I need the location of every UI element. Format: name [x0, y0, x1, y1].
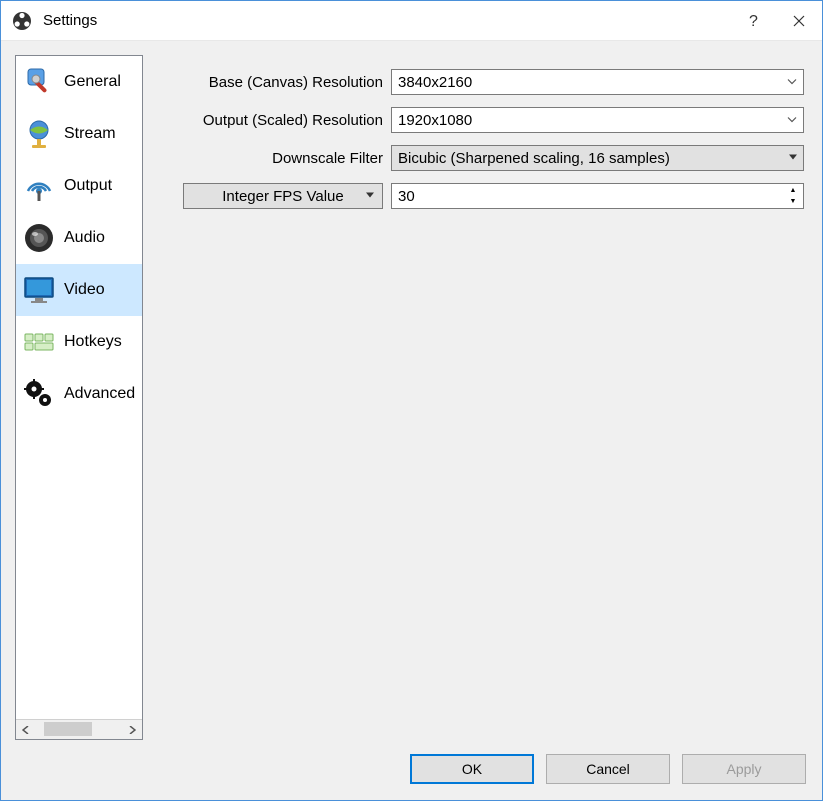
settings-window: Settings ? [0, 0, 823, 801]
apply-button: Apply [682, 754, 806, 784]
client-area: General Stream [1, 41, 822, 800]
fps-type-wrapper: Integer FPS Value [157, 183, 391, 209]
combo-fps-type[interactable]: Integer FPS Value [183, 183, 383, 209]
sidebar-item-output[interactable]: Output [16, 160, 142, 212]
row-base-resolution: Base (Canvas) Resolution 3840x2160 [157, 67, 804, 97]
spin-down-icon[interactable]: ▼ [785, 196, 801, 207]
combo-value: Integer FPS Value [222, 188, 343, 205]
sidebar: General Stream [15, 55, 143, 740]
sidebar-item-general[interactable]: General [16, 56, 142, 108]
combo-output-resolution[interactable]: 1920x1080 [391, 107, 804, 133]
sidebar-item-label: Advanced [64, 385, 135, 403]
content-panel: Base (Canvas) Resolution 3840x2160 Outpu… [153, 55, 808, 740]
scroll-right-icon[interactable] [122, 720, 142, 739]
scroll-left-icon[interactable] [16, 720, 36, 739]
cancel-button[interactable]: Cancel [546, 754, 670, 784]
app-icon [11, 10, 33, 32]
keyboard-icon [20, 323, 58, 361]
sidebar-item-audio[interactable]: Audio [16, 212, 142, 264]
row-fps: Integer FPS Value 30 ▲ ▼ [157, 181, 804, 211]
dialog-buttons: OK Cancel Apply [15, 740, 808, 792]
chevron-down-icon [366, 192, 374, 201]
button-label: Apply [726, 761, 761, 777]
gears-icon [20, 375, 58, 413]
sidebar-item-label: Hotkeys [64, 333, 122, 351]
wrench-icon [20, 63, 58, 101]
scroll-track[interactable] [36, 720, 122, 739]
antenna-icon [20, 167, 58, 205]
titlebar: Settings ? [1, 1, 822, 41]
spin-value: 30 [398, 188, 415, 205]
sidebar-item-label: Video [64, 281, 105, 299]
combo-downscale-filter[interactable]: Bicubic (Sharpened scaling, 16 samples) [391, 145, 804, 171]
svg-text:?: ? [749, 13, 758, 30]
speaker-icon [20, 219, 58, 257]
chevron-down-icon [787, 77, 797, 88]
combo-base-resolution[interactable]: 3840x2160 [391, 69, 804, 95]
sidebar-item-hotkeys[interactable]: Hotkeys [16, 316, 142, 368]
combo-value: Bicubic (Sharpened scaling, 16 samples) [398, 150, 670, 167]
sidebar-item-video[interactable]: Video [16, 264, 142, 316]
row-output-resolution: Output (Scaled) Resolution 1920x1080 [157, 105, 804, 135]
sidebar-item-label: Audio [64, 229, 105, 247]
spin-fps-value[interactable]: 30 ▲ ▼ [391, 183, 804, 209]
globe-icon [20, 115, 58, 153]
monitor-icon [20, 271, 58, 309]
sidebar-list: General Stream [16, 56, 142, 719]
ok-button[interactable]: OK [410, 754, 534, 784]
sidebar-item-stream[interactable]: Stream [16, 108, 142, 160]
label-downscale-filter: Downscale Filter [157, 150, 391, 167]
sidebar-scrollbar[interactable] [16, 719, 142, 739]
close-button[interactable] [776, 1, 822, 41]
help-button[interactable]: ? [730, 1, 776, 41]
chevron-down-icon [789, 153, 797, 164]
sidebar-item-label: Stream [64, 125, 116, 143]
button-label: Cancel [586, 761, 630, 777]
main-row: General Stream [15, 55, 808, 740]
row-downscale-filter: Downscale Filter Bicubic (Sharpened scal… [157, 143, 804, 173]
spin-buttons: ▲ ▼ [785, 185, 801, 207]
label-base-resolution: Base (Canvas) Resolution [157, 74, 391, 91]
window-title: Settings [43, 12, 730, 29]
sidebar-item-label: General [64, 73, 121, 91]
combo-value: 3840x2160 [398, 74, 472, 91]
scroll-thumb[interactable] [44, 722, 92, 736]
button-label: OK [462, 761, 482, 777]
chevron-down-icon [787, 115, 797, 126]
spin-up-icon[interactable]: ▲ [785, 185, 801, 196]
sidebar-item-advanced[interactable]: Advanced [16, 368, 142, 420]
label-output-resolution: Output (Scaled) Resolution [157, 112, 391, 129]
sidebar-item-label: Output [64, 177, 112, 195]
combo-value: 1920x1080 [398, 112, 472, 129]
